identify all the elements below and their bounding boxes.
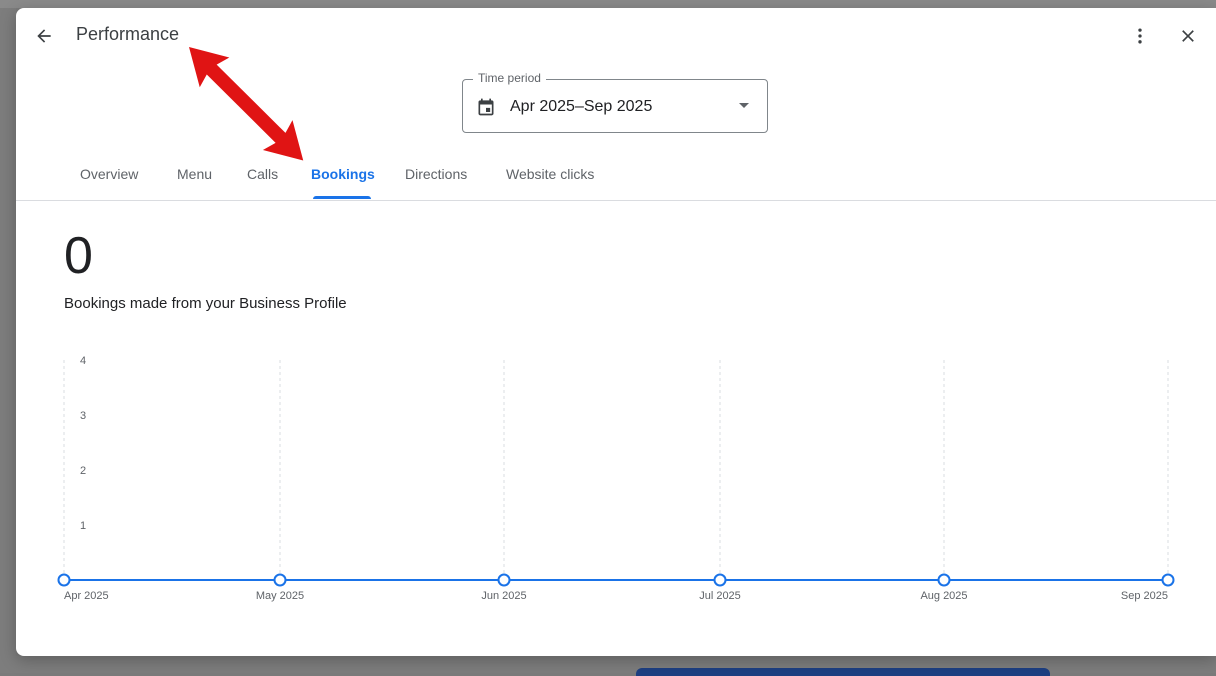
x-tick-label-2: Jun 2025	[481, 590, 526, 602]
x-tick-label-1: May 2025	[256, 590, 304, 602]
data-point-3	[713, 573, 727, 587]
data-point-4	[937, 573, 951, 587]
x-tick-label-3: Jul 2025	[699, 590, 741, 602]
y-tick-label-3: 3	[80, 410, 86, 422]
y-tick-label-1: 1	[80, 520, 86, 532]
x-tick-label-0: Apr 2025	[64, 590, 109, 602]
data-point-2	[497, 573, 511, 587]
x-tick-label-4: Aug 2025	[920, 590, 967, 602]
y-tick-label-4: 4	[80, 355, 86, 367]
data-point-1	[273, 573, 287, 587]
bookings-chart: 1 2 3 4 Apr 2025 May 2025 Jun 2025 Jul 2025 Aug …	[57, 355, 1175, 602]
x-tick-label-5: Sep 2025	[1121, 590, 1168, 602]
data-point-0	[57, 573, 71, 587]
y-tick-label-2: 2	[80, 465, 86, 477]
data-point-5	[1161, 573, 1175, 587]
